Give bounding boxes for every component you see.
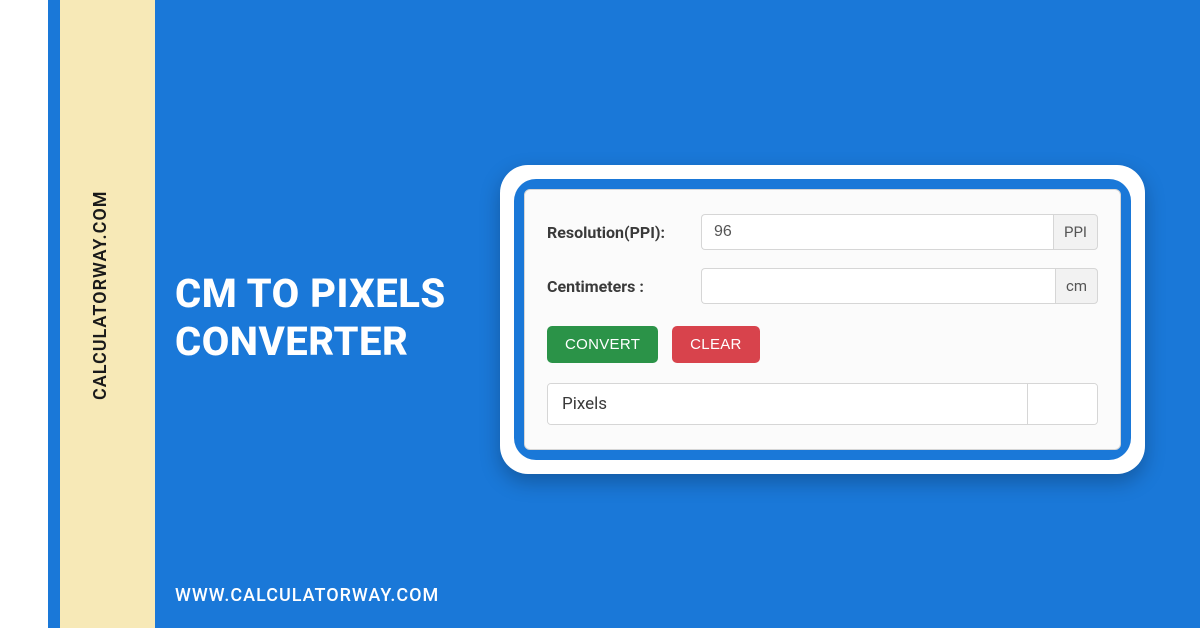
resolution-label: Resolution(PPI): [547, 223, 701, 242]
title-line-1: CM TO PIXELS [175, 270, 446, 318]
clear-button[interactable]: CLEAR [672, 326, 760, 363]
centimeters-row: Centimeters : cm [547, 268, 1098, 304]
centimeters-unit-addon: cm [1055, 268, 1098, 304]
resolution-input-group: PPI [701, 214, 1098, 250]
brand-vertical-text: CALCULATORWAY.COM [90, 190, 111, 400]
title-line-2: CONVERTER [175, 318, 446, 366]
resolution-row: Resolution(PPI): PPI [547, 214, 1098, 250]
result-value [1027, 384, 1097, 424]
result-row: Pixels [547, 383, 1098, 425]
result-label: Pixels [548, 384, 1027, 424]
resolution-unit-addon: PPI [1053, 214, 1098, 250]
converter-panel: Resolution(PPI): PPI Centimeters : cm CO… [524, 189, 1121, 450]
centimeters-input-group: cm [701, 268, 1098, 304]
centimeters-label: Centimeters : [547, 277, 701, 296]
button-row: CONVERT CLEAR [547, 326, 1098, 363]
converter-widget-inner: Resolution(PPI): PPI Centimeters : cm CO… [514, 179, 1131, 460]
centimeters-input[interactable] [701, 268, 1055, 304]
brand-url: WWW.CALCULATORWAY.COM [175, 585, 439, 606]
page-title: CM TO PIXELS CONVERTER [175, 270, 446, 366]
resolution-input[interactable] [701, 214, 1053, 250]
convert-button[interactable]: CONVERT [547, 326, 658, 363]
left-white-strip [0, 0, 48, 628]
converter-widget-outer: Resolution(PPI): PPI Centimeters : cm CO… [500, 165, 1145, 474]
